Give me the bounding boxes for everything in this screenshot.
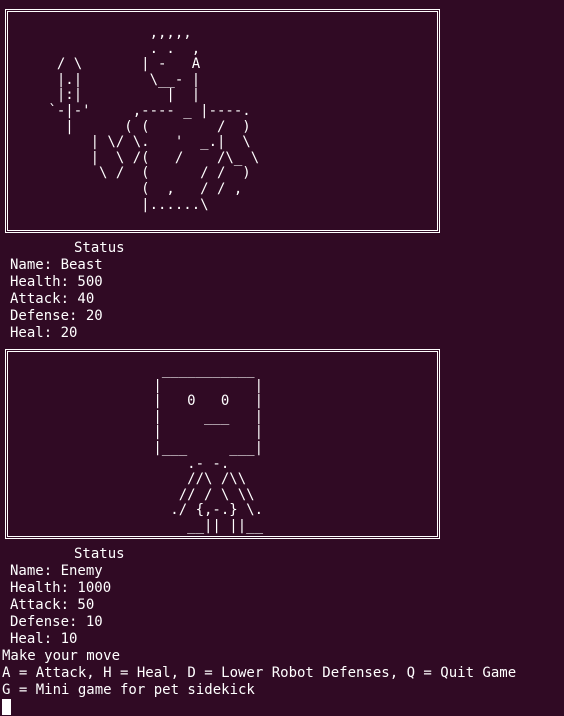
enemy-heal: Heal: 10 xyxy=(10,631,78,647)
beast-name: Name: Beast xyxy=(10,257,103,273)
enemy-status-heading: Status xyxy=(74,546,125,562)
input-line[interactable] xyxy=(2,699,516,716)
enemy-health: Health: 1000 xyxy=(10,580,112,596)
beast-health: Health: 500 xyxy=(10,274,103,290)
text-cursor[interactable] xyxy=(2,699,11,715)
prompt-make-move: Make your move xyxy=(2,648,121,664)
enemy-ascii-art: ___________ | | | 0 0 | | ___ | | | |___… xyxy=(153,362,264,534)
beast-attack: Attack: 40 xyxy=(10,291,95,307)
beast-ascii-art: ,,,,, . . , / \ | - A |.| \__- | |:| | |… xyxy=(48,25,260,213)
terminal-window[interactable]: ,,,,, . . , / \ | - A |.| \__- | |:| | |… xyxy=(0,0,564,716)
move-prompt: Make your move A = Attack, H = Heal, D =… xyxy=(2,648,516,716)
beast-art-frame: ,,,,, . . , / \ | - A |.| \__- | |:| | |… xyxy=(5,9,440,233)
beast-heal: Heal: 20 xyxy=(10,325,78,341)
prompt-mini-game: G = Mini game for pet sidekick xyxy=(2,682,255,698)
beast-status-panel: Status Name: Beast Health: 500 Attack: 4… xyxy=(10,240,125,342)
beast-defense: Defense: 20 xyxy=(10,308,103,324)
enemy-art-frame: ___________ | | | 0 0 | | ___ | | | |___… xyxy=(5,349,440,539)
enemy-attack: Attack: 50 xyxy=(10,597,95,613)
prompt-controls: A = Attack, H = Heal, D = Lower Robot De… xyxy=(2,665,517,681)
beast-status-heading: Status xyxy=(74,240,125,256)
enemy-status-panel: Status Name: Enemy Health: 1000 Attack: … xyxy=(10,546,125,648)
enemy-name: Name: Enemy xyxy=(10,563,103,579)
enemy-defense: Defense: 10 xyxy=(10,614,103,630)
